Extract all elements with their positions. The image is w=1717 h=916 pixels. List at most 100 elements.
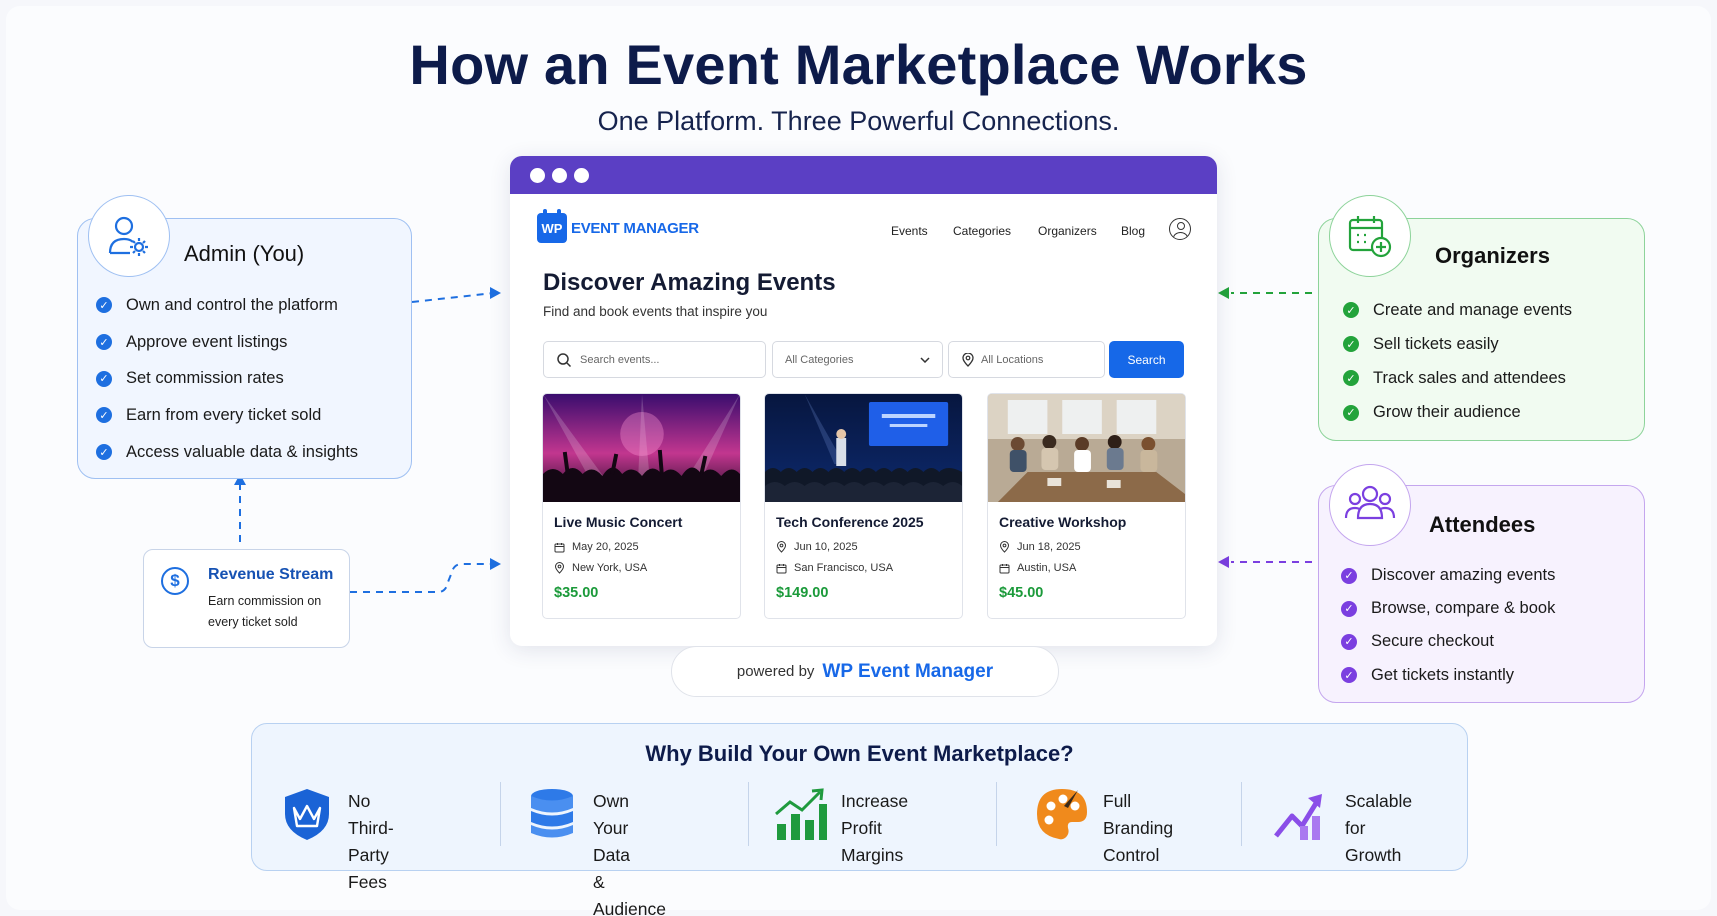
admin-to-platform-arrow	[411, 292, 495, 303]
location-select[interactable]: All Locations	[948, 341, 1105, 378]
nav-categories[interactable]: Categories	[953, 224, 1011, 238]
list-item: ✓ Grow their audience	[1343, 396, 1572, 430]
benefit-label: Own Your Data & Audience	[593, 791, 666, 916]
category-select[interactable]: All Categories	[772, 341, 943, 378]
list-item: ✓ Secure checkout	[1341, 625, 1555, 658]
location-pin-icon	[999, 541, 1010, 553]
list-item: ✓ Set commission rates	[96, 360, 358, 397]
admin-title: Admin (You)	[184, 241, 305, 266]
event-location: San Francisco, USA	[776, 562, 893, 574]
check-icon: ✓	[1341, 633, 1357, 650]
why-build-section: Why Build Your Own Event Marketplace? No…	[251, 723, 1468, 916]
event-card[interactable]: Live Music Concert May 20, 2025 New York…	[542, 393, 741, 619]
admin-user-gear-icon	[88, 195, 170, 277]
event-date: Jun 10, 2025	[776, 541, 858, 553]
list-item: ✓ Track sales and attendees	[1343, 361, 1572, 395]
search-icon	[557, 352, 572, 367]
list-item: ✓ Discover amazing events	[1341, 559, 1555, 592]
palette-icon	[1037, 789, 1087, 840]
location-pin-icon	[554, 562, 565, 574]
search-button[interactable]: Search	[1109, 341, 1184, 378]
benefit-label: Scalable for Growth	[1345, 791, 1413, 865]
powered-by-badge[interactable]: powered by WP Event Manager	[671, 646, 1059, 697]
benefit-label: No Third-Party Fees	[348, 791, 394, 892]
chevron-down-icon	[920, 356, 930, 363]
nav-blog[interactable]: Blog	[1121, 224, 1145, 238]
window-dot-icon	[552, 168, 567, 183]
check-icon: ✓	[1343, 336, 1359, 353]
location-pin-icon	[776, 541, 787, 553]
event-card[interactable]: Creative Workshop Jun 18, 2025 Austin, U…	[987, 393, 1186, 619]
nav-events[interactable]: Events	[891, 224, 928, 238]
check-icon: ✓	[1341, 667, 1357, 684]
check-icon: ✓	[96, 297, 112, 314]
divider	[748, 782, 749, 846]
dollar-icon: $	[161, 567, 189, 595]
location-pin-icon	[962, 352, 974, 367]
event-date: Jun 18, 2025	[999, 541, 1081, 553]
browser-title-bar	[510, 156, 1217, 194]
calendar-icon	[776, 563, 787, 573]
divider	[996, 782, 997, 846]
trend-up-icon	[1274, 794, 1322, 840]
infographic-canvas: How an Event Marketplace Works One Platf…	[6, 6, 1711, 916]
conference-image	[765, 394, 962, 502]
event-price: $35.00	[554, 585, 599, 601]
calendar-icon	[999, 563, 1010, 573]
event-title: Live Music Concert	[554, 514, 683, 530]
check-icon: ✓	[96, 370, 112, 387]
calendar-add-icon	[1329, 195, 1411, 277]
benefit-label: Increase Profit Margins	[841, 791, 909, 865]
attendees-title: Attendees	[1429, 512, 1536, 537]
calendar-logo-icon: WP	[537, 209, 567, 243]
divider	[500, 782, 501, 846]
location-select-value: All Locations	[981, 353, 1044, 366]
database-icon	[531, 789, 573, 838]
brand-name: EVENT MANAGER	[571, 219, 699, 237]
event-title: Tech Conference 2025	[776, 514, 924, 530]
check-icon: ✓	[96, 407, 112, 424]
attendees-benefits-list: ✓ Discover amazing events ✓ Browse, compar…	[1341, 559, 1555, 692]
check-icon: ✓	[1341, 600, 1357, 617]
workshop-image	[988, 394, 1185, 502]
attendees-card: Attendees ✓ Discover amazing events ✓ Brow…	[1318, 464, 1645, 703]
powered-by-brand: WP Event Manager	[822, 660, 994, 682]
organizers-card: Organizers ✓ Create and manage events ✓ Se…	[1318, 195, 1645, 441]
list-item: ✓ Sell tickets easily	[1343, 327, 1572, 361]
search-input[interactable]: Search events...	[543, 341, 766, 378]
event-card[interactable]: Tech Conference 2025 Jun 10, 2025 San Fr…	[764, 393, 963, 619]
list-item: ✓ Access valuable data & insights	[96, 434, 358, 471]
event-date: May 20, 2025	[554, 541, 639, 553]
site-logo[interactable]: WP EVENT MANAGER	[537, 209, 699, 243]
check-icon: ✓	[1343, 302, 1359, 319]
calendar-icon	[554, 542, 565, 552]
search-placeholder: Search events...	[580, 353, 660, 366]
hero-title: Discover Amazing Events	[543, 269, 836, 296]
platform-browser-mockup: WP EVENT MANAGER Events Categories Organ…	[510, 156, 1217, 646]
revenue-to-platform-arrow	[350, 563, 494, 593]
organizers-benefits-list: ✓ Create and manage events ✓ Sell tickets …	[1343, 293, 1572, 430]
category-select-value: All Categories	[785, 353, 854, 366]
list-item: ✓ Approve event listings	[96, 324, 358, 361]
event-price: $149.00	[776, 585, 829, 601]
why-build-title: Why Build Your Own Event Marketplace?	[645, 741, 1074, 766]
benefit-label: Full Branding Control	[1103, 791, 1174, 865]
user-account-icon[interactable]	[1169, 218, 1191, 240]
nav-organizers[interactable]: Organizers	[1038, 224, 1097, 238]
hero-subtitle: Find and book events that inspire you	[543, 304, 768, 319]
shield-crown-icon	[285, 789, 329, 840]
check-icon: ✓	[1343, 370, 1359, 387]
check-icon: ✓	[96, 334, 112, 351]
revenue-description: Earn commission on every ticket sold	[208, 594, 322, 629]
revenue-stream-card: $ Revenue Stream Earn commission on ever…	[143, 549, 350, 648]
window-dot-icon	[530, 168, 545, 183]
users-group-icon	[1329, 464, 1411, 546]
powered-by-prefix: powered by	[736, 663, 815, 680]
event-title: Creative Workshop	[999, 514, 1127, 530]
check-icon: ✓	[1343, 404, 1359, 421]
admin-benefits-list: ✓ Own and control the platform ✓ Approve e…	[96, 287, 358, 470]
check-icon: ✓	[1341, 567, 1357, 584]
check-icon: ✓	[96, 444, 112, 461]
list-item: ✓ Get tickets instantly	[1341, 659, 1555, 692]
concert-image	[543, 394, 740, 502]
